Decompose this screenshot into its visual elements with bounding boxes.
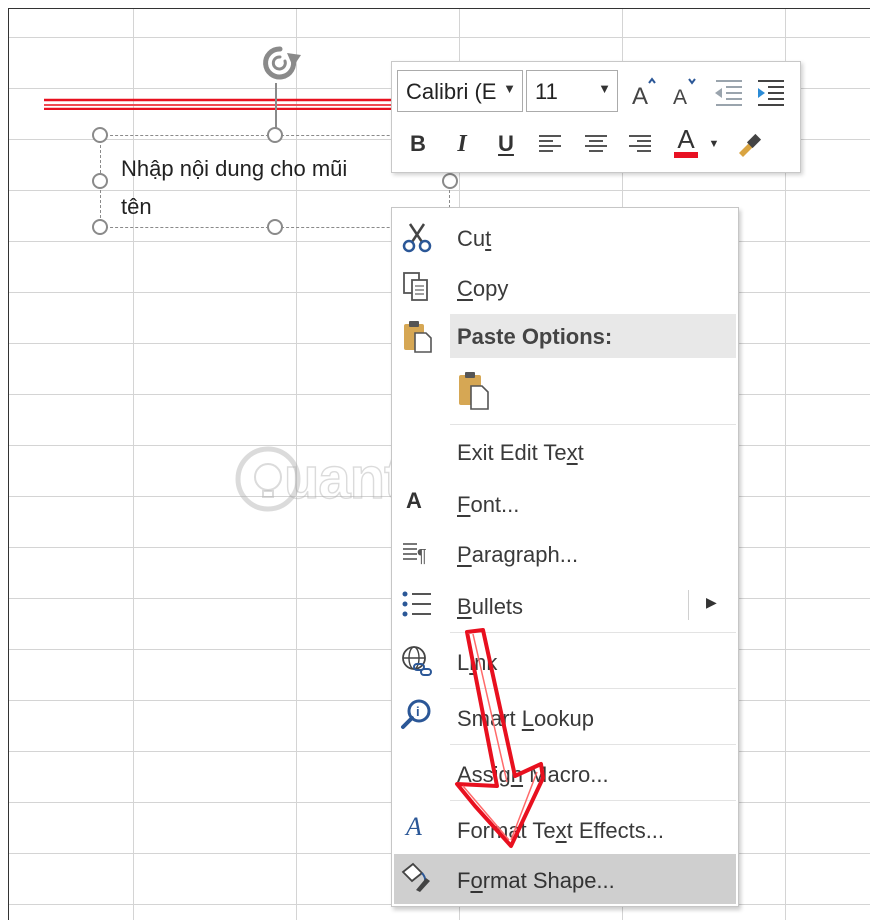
align-right-icon <box>629 135 651 152</box>
menu-item-assign-macro[interactable]: Assign Macro... <box>392 748 738 800</box>
font-icon: A <box>406 488 422 513</box>
increase-indent-icon <box>758 80 784 106</box>
menu-item-bullets-label: Bullets <box>457 594 524 619</box>
svg-text:i: i <box>416 704 420 719</box>
submenu-arrow-icon: ▶ <box>706 594 717 610</box>
smart-lookup-icon: i <box>401 699 431 729</box>
bold-label: B <box>410 131 426 156</box>
menu-item-smart-lookup-label: Smart Lookup <box>457 706 594 731</box>
menu-separator <box>450 800 736 801</box>
menu-item-format-shape-label: Format Shape... <box>457 868 615 893</box>
decrease-indent-icon <box>715 80 742 106</box>
menu-separator <box>450 744 736 745</box>
svg-text:A: A <box>673 86 687 108</box>
underline-label: U <box>498 131 514 156</box>
context-menu: Cut Copy Paste Options: Exit Edit Text A… <box>391 207 739 907</box>
menu-item-bullets[interactable]: Bullets ▶ <box>392 580 738 632</box>
menu-item-exit-edit-text[interactable]: Exit Edit Text <box>392 430 738 476</box>
shrink-font-button[interactable]: A <box>666 74 702 110</box>
link-globe-icon <box>402 646 432 676</box>
menu-item-exit-edit-text-label: Exit Edit Text <box>457 440 584 465</box>
menu-item-cut[interactable]: Cut <box>392 214 738 264</box>
resize-handle-top-left[interactable] <box>92 127 108 143</box>
font-size-value: 11 <box>535 79 558 104</box>
chevron-down-icon[interactable]: ▼ <box>598 81 611 96</box>
font-color-icon: A <box>674 126 698 158</box>
lightbulb-watermark-icon <box>235 446 301 512</box>
font-name-combo[interactable]: Calibri (E ▼ <box>397 70 523 112</box>
resize-handle-bottom-left[interactable] <box>92 219 108 235</box>
rotate-handle-icon[interactable] <box>253 41 307 87</box>
font-size-combo[interactable]: 11 ▼ <box>526 70 618 112</box>
format-painter-icon <box>739 133 762 157</box>
align-right-button[interactable] <box>622 126 658 162</box>
scissors-icon <box>402 223 432 253</box>
spreadsheet-grid: uantrimang Nhập nội dung cho mũi tên Cal… <box>8 8 870 920</box>
menu-item-link-label: Link <box>457 650 498 675</box>
menu-item-link[interactable]: Link <box>392 636 738 688</box>
menu-item-cut-label: Cut <box>457 226 492 251</box>
bold-button[interactable]: B <box>400 126 436 162</box>
text-effects-icon: A <box>406 812 422 841</box>
red-line-shape[interactable] <box>44 98 404 110</box>
bullets-icon <box>402 591 431 617</box>
menu-item-paragraph[interactable]: ¶ Paragraph... <box>392 530 738 580</box>
paste-options-label: Paste Options: <box>457 324 613 349</box>
menu-item-copy[interactable]: Copy <box>392 264 738 312</box>
resize-handle-middle-left[interactable] <box>92 173 108 189</box>
menu-item-font[interactable]: A Font... <box>392 480 738 528</box>
menu-item-format-text-effects[interactable]: A Format Text Effects... <box>392 804 738 852</box>
align-center-button[interactable] <box>578 126 614 162</box>
menu-item-format-shape[interactable]: Format Shape... <box>392 854 738 904</box>
menu-item-paragraph-label: Paragraph... <box>457 542 579 567</box>
increase-indent-button[interactable] <box>752 74 788 110</box>
text-box-content[interactable]: Nhập nội dung cho mũi tên <box>121 150 416 230</box>
paste-icon <box>459 372 489 410</box>
menu-item-font-label: Font... <box>457 492 520 517</box>
paragraph-icon: ¶ <box>403 543 427 566</box>
align-left-icon <box>539 135 561 152</box>
svg-text:¶: ¶ <box>417 546 427 566</box>
menu-separator <box>450 424 736 425</box>
mini-toolbar: Calibri (E ▼ 11 ▼ A A B I U A ▼ <box>391 61 801 173</box>
resize-handle-bottom-center[interactable] <box>267 219 283 235</box>
clipboard-icon <box>404 321 432 353</box>
font-color-dropdown[interactable]: ▼ <box>706 126 722 162</box>
format-painter-button[interactable] <box>732 126 768 162</box>
svg-text:A: A <box>632 83 648 108</box>
submenu-divider <box>688 590 689 620</box>
menu-item-copy-label: Copy <box>457 276 509 301</box>
grow-font-icon: A <box>632 77 656 108</box>
menu-separator <box>450 632 736 633</box>
decrease-indent-button[interactable] <box>710 74 746 110</box>
menu-item-format-text-effects-label: Format Text Effects... <box>457 818 665 843</box>
text-line-1: Nhập nội dung cho mũi <box>121 156 348 181</box>
align-left-button[interactable] <box>532 126 568 162</box>
italic-button[interactable]: I <box>444 126 480 162</box>
resize-handle-top-center[interactable] <box>267 127 283 143</box>
paste-options-header: Paste Options: <box>392 314 738 358</box>
chevron-down-icon[interactable]: ▼ <box>503 81 516 96</box>
format-shape-icon <box>401 862 430 892</box>
resize-handle-middle-right[interactable] <box>442 173 458 189</box>
font-color-button[interactable]: A <box>666 124 706 160</box>
copy-icon <box>403 272 428 301</box>
menu-separator <box>450 688 736 689</box>
underline-button[interactable]: U <box>488 126 524 162</box>
menu-item-smart-lookup[interactable]: i Smart Lookup <box>392 692 738 744</box>
paste-keep-formatting-button[interactable] <box>452 366 496 416</box>
shrink-font-icon: A <box>673 78 696 108</box>
chevron-down-icon: ▼ <box>708 138 720 150</box>
font-name-value: Calibri (E <box>406 79 497 104</box>
align-center-icon <box>585 135 607 152</box>
menu-item-assign-macro-label: Assign Macro... <box>457 762 609 787</box>
italic-label: I <box>457 130 467 157</box>
grow-font-button[interactable]: A <box>626 74 662 110</box>
